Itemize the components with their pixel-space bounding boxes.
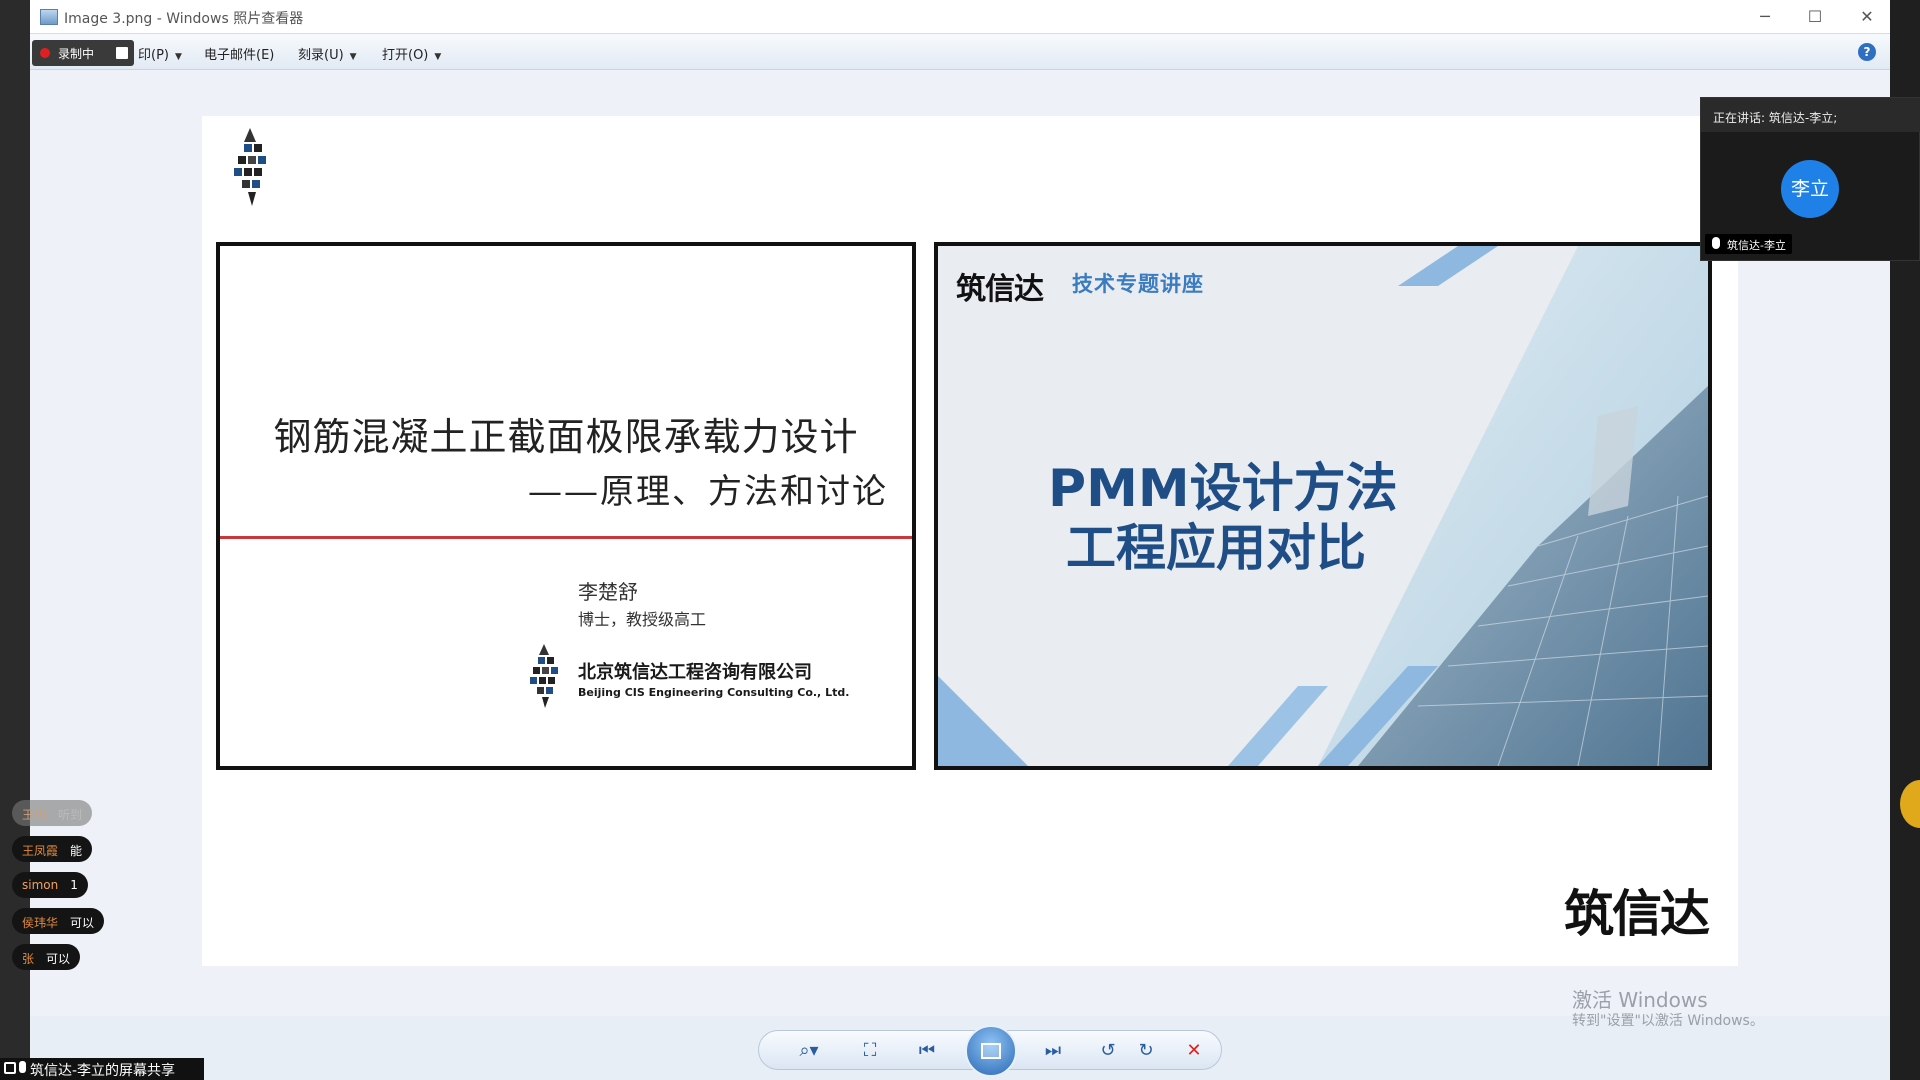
viewer-toolbar: ⌕▾ ⛶ ⏮ ⏭ ↺ ↻ ✕	[758, 1025, 1222, 1077]
image-viewport: 钢筋混凝土正截面极限承载力设计 ——原理、方法和讨论 李楚舒 博士，教授级高工	[30, 70, 1890, 1016]
chat-message: 可以	[46, 952, 71, 966]
slide-left-role: 博士，教授级高工	[578, 610, 707, 629]
slide-left-company: 北京筑信达工程咨询有限公司	[578, 662, 812, 683]
now-speaking-label: 正在讲话: 筑信达-李立;	[1701, 98, 1920, 132]
chat-bubble: simon 1	[12, 872, 88, 898]
slide-left-divider	[220, 536, 912, 539]
help-icon[interactable]: ?	[1858, 43, 1876, 61]
slide-left-subtitle: ——原理、方法和讨论	[528, 472, 888, 512]
speaker-name: 筑信达-李立	[1727, 239, 1786, 252]
slide-right-title-line2: 工程应用对比	[1066, 519, 1366, 577]
microphone-icon	[19, 1061, 26, 1073]
menu-bar: 录制中 印(P) ▼ 电子邮件(E) 刻录(U) ▼ 打开(O) ▼ ?	[30, 34, 1890, 70]
slideshow-button[interactable]	[965, 1025, 1017, 1077]
chat-sender: simon	[22, 878, 59, 892]
chat-sender: 王川	[22, 808, 47, 822]
chat-sender: 侯玮华	[22, 916, 59, 930]
bottom-brand-logo: 筑信达	[1564, 885, 1710, 943]
rotate-counterclockwise-icon[interactable]: ↺	[1093, 1039, 1123, 1063]
chat-message: 能	[70, 844, 83, 858]
chat-message: 可以	[70, 916, 95, 930]
zoom-icon[interactable]: ⌕▾	[789, 1039, 829, 1063]
speaker-panel[interactable]: 正在讲话: 筑信达-李立; 李立 筑信达-李立	[1700, 97, 1920, 261]
chat-sender: 张	[22, 952, 35, 966]
title-bar[interactable]: Image 3.png - Windows 照片查看器 ─ ☐ ✕	[30, 0, 1890, 34]
floating-widget-button[interactable]	[1900, 780, 1920, 828]
menu-email[interactable]: 电子邮件(E)	[204, 44, 274, 63]
chat-bubble: 王凤霞能	[12, 836, 93, 862]
chevron-down-icon: ▼	[174, 52, 182, 62]
microphone-icon	[1712, 237, 1720, 249]
rotate-clockwise-icon[interactable]: ↻	[1131, 1039, 1161, 1063]
next-image-icon[interactable]: ⏭	[1035, 1039, 1071, 1063]
previous-image-icon[interactable]: ⏮	[909, 1039, 945, 1063]
avatar: 李立	[1781, 160, 1839, 218]
screen-share-bar[interactable]: 筑信达-李立的屏幕共享	[0, 1058, 204, 1080]
chat-message: 1	[70, 878, 78, 892]
maximize-button[interactable]: ☐	[1792, 4, 1838, 30]
recording-label: 录制中	[58, 47, 95, 61]
slide-left-company-en: Beijing CIS Engineering Consulting Co., …	[578, 686, 850, 699]
chevron-down-icon: ▼	[349, 52, 357, 62]
chat-message: 听到	[58, 808, 83, 822]
recording-dot-icon	[40, 48, 50, 58]
menu-print[interactable]: 印(P) ▼	[138, 44, 182, 63]
menu-burn-label: 刻录(U)	[298, 48, 344, 63]
speaker-name-tag: 筑信达-李立	[1705, 234, 1792, 254]
slide-left: 钢筋混凝土正截面极限承载力设计 ——原理、方法和讨论 李楚舒 博士，教授级高工	[216, 242, 916, 770]
chat-bubble: 王川 听到	[12, 800, 93, 826]
activate-windows-hint: 转到"设置"以激活 Windows。	[1572, 1013, 1764, 1029]
chat-bubble: 侯玮华 可以	[12, 908, 105, 934]
menu-open[interactable]: 打开(O) ▼	[382, 44, 441, 63]
chevron-down-icon: ▼	[434, 52, 442, 62]
slide-left-title: 钢筋混凝土正截面极限承载力设计	[273, 415, 859, 459]
recording-badge[interactable]: 录制中	[32, 40, 134, 66]
activate-windows-watermark: 激活 Windows	[1572, 988, 1708, 1012]
menu-print-label: 印(P)	[138, 48, 169, 63]
chat-bubble: 张可以	[12, 944, 81, 970]
screen-share-label: 筑信达-李立的屏幕共享	[30, 1063, 176, 1079]
delete-icon[interactable]: ✕	[1179, 1039, 1209, 1063]
close-button[interactable]: ✕	[1844, 4, 1890, 30]
slideshow-icon	[981, 1043, 1001, 1059]
window-title: Image 3.png - Windows 照片查看器	[64, 11, 304, 27]
screen-share-icon	[4, 1062, 16, 1074]
minimize-button[interactable]: ─	[1742, 4, 1788, 30]
slide-right: 筑信达 技术专题讲座 PMM设计方法 工程应用对比	[934, 242, 1712, 770]
company-logo-icon	[530, 644, 558, 708]
menu-burn[interactable]: 刻录(U) ▼	[298, 44, 357, 63]
slide-right-brand: 筑信达	[956, 272, 1044, 307]
photo-viewer-app-icon	[40, 9, 58, 25]
stop-recording-icon[interactable]	[116, 47, 128, 59]
company-logo-icon	[234, 128, 266, 206]
displayed-image: 钢筋混凝土正截面极限承载力设计 ——原理、方法和讨论 李楚舒 博士，教授级高工	[202, 116, 1738, 966]
slide-right-topic: 技术专题讲座	[1072, 272, 1204, 296]
photo-viewer-window: Image 3.png - Windows 照片查看器 ─ ☐ ✕ 录制中 印(…	[30, 0, 1890, 1080]
chat-sender: 王凤霞	[22, 844, 59, 858]
slide-left-author: 李楚舒	[578, 580, 638, 604]
actual-size-icon[interactable]: ⛶	[855, 1039, 885, 1063]
menu-open-label: 打开(O)	[382, 48, 429, 63]
